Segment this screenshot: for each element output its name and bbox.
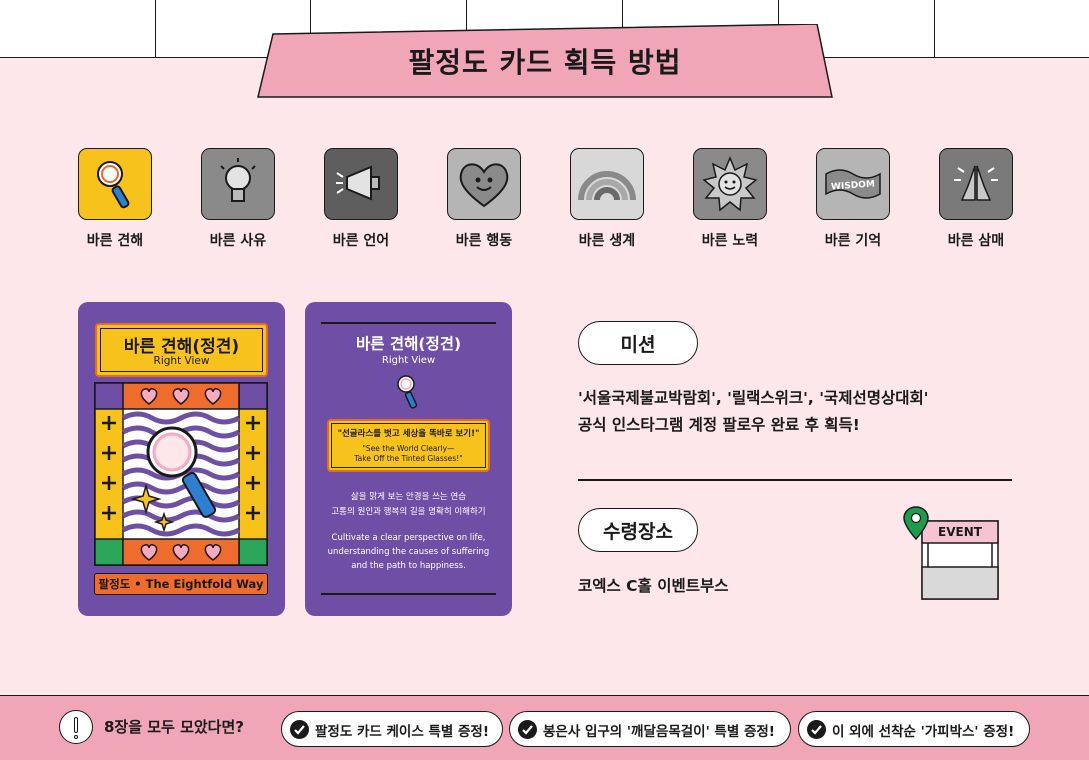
card-front-footer: 팔정도 • The Eightfold Way (94, 573, 268, 595)
benefits-lead: 8장을 모두 모았다면? (104, 718, 244, 736)
booth-sign: EVENT (938, 525, 982, 539)
card-back: 바른 견해(정견) Right View "선글라스를 벗고 세상을 똑바로 보… (305, 302, 512, 616)
grid-line (934, 0, 935, 58)
card-desc-korean: 삶을 맑게 보는 안경을 쓰는 연습 (350, 492, 467, 502)
benefit-text: 봉은사 입구의 '깨달음목걸이' 특별 증정! (543, 724, 775, 740)
quote-english: "See the World Clearly— (362, 444, 455, 453)
magnifier-icon (78, 148, 152, 220)
rainbow-icon (570, 148, 644, 220)
check-icon (807, 720, 826, 739)
path-label: 바른 생계 (578, 233, 636, 249)
pickup-location: 코엑스 C홀 이벤트부스 (578, 577, 729, 595)
lightbulb-icon (201, 148, 275, 220)
card-desc-english: Cultivate a clear perspective on life, (331, 533, 486, 543)
path-label: 바른 사유 (209, 233, 267, 249)
path-label: 바른 삼매 (947, 233, 1005, 249)
heart-icon (447, 148, 521, 220)
benefit-text: 이 외에 선착순 '가피박스' 증정! (832, 724, 1015, 740)
title-banner: 팔정도 카드 획득 방법 (257, 24, 833, 98)
card-front-illustration (94, 382, 268, 566)
card-back-subtitle: Right View (381, 355, 436, 366)
sun-icon (693, 148, 767, 220)
card-front-title-box: 바른 견해(정견) Right View (95, 323, 268, 377)
card-front-subtitle: Right View (153, 355, 210, 367)
benefit-badge: 이 외에 선착순 '가피박스' 증정! (798, 711, 1030, 747)
magnifier-icon (396, 374, 420, 416)
card-desc-english: and the path to happiness. (351, 561, 466, 571)
section-divider (578, 479, 1012, 481)
mission-text: '서울국제불교박람회', '릴랙스위크', '국제선명상대회' (578, 389, 929, 407)
pickup-label: 수령장소 (578, 508, 698, 552)
event-booth-icon: EVENT (900, 505, 1004, 601)
card-front-title: 바른 견해(정견) (123, 337, 240, 357)
path-label: 바른 노력 (701, 233, 759, 249)
quote-english: Take Off the Tinted Glasses!" (354, 454, 463, 463)
benefit-badge: 봉은사 입구의 '깨달음목걸이' 특별 증정! (509, 711, 791, 747)
divider (321, 593, 496, 595)
mission-text: 공식 인스타그램 계정 팔로우 완료 후 획득! (578, 416, 860, 434)
path-label: 바른 행동 (455, 233, 513, 249)
divider (321, 322, 496, 324)
check-icon (290, 720, 309, 739)
megaphone-icon (324, 148, 398, 220)
benefit-badge: 팔정도 카드 케이스 특별 증정! (281, 711, 503, 747)
path-label: 바른 견해 (86, 233, 144, 249)
quote-box: "선글라스를 벗고 세상을 똑바로 보기!" "See the World Cl… (327, 419, 490, 472)
benefit-text: 팔정도 카드 케이스 특별 증정! (315, 724, 489, 740)
check-icon (518, 720, 537, 739)
wisdom-flag-icon: WISDOM (816, 148, 890, 220)
card-back-title: 바른 견해(정견) (355, 335, 462, 353)
quote-korean: "선글라스를 벗고 세상을 똑바로 보기!" (337, 429, 480, 439)
card-front: 바른 견해(정견) Right View 팔정도 • The Eightfold… (78, 302, 285, 616)
exclamation-icon (59, 710, 93, 744)
page-title: 팔정도 카드 획득 방법 (408, 46, 682, 79)
mission-label: 미션 (578, 321, 698, 365)
grid-line (155, 0, 156, 58)
path-label: 바른 기억 (824, 233, 882, 249)
bottom-benefits-bar: 8장을 모두 모았다면? 팔정도 카드 케이스 특별 증정! 봉은사 입구의 '… (0, 695, 1089, 760)
path-label: 바른 언어 (332, 233, 390, 249)
card-desc-korean: 고통의 원인과 행복의 길을 명확히 이해하기 (331, 507, 486, 517)
eightfold-path-list: 바른 견해 바른 사유 바른 언어 바른 행동 바른 생계 바른 노력 WISD… (78, 148, 1018, 258)
card-desc-english: understanding the causes of suffering (327, 547, 490, 557)
praying-hands-icon (939, 148, 1013, 220)
